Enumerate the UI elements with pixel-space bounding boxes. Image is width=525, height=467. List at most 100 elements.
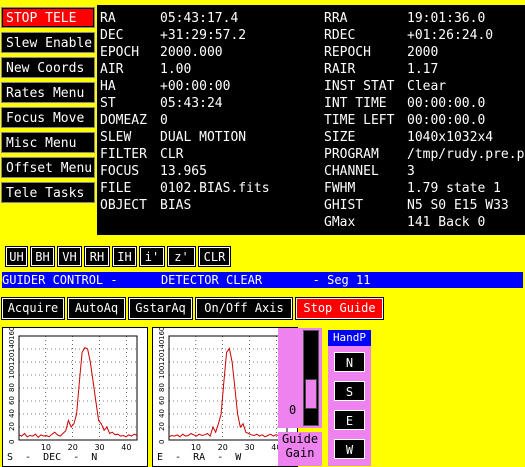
x-tick-label: 40 bbox=[121, 443, 131, 452]
x-tick-label: 10 bbox=[191, 443, 201, 452]
left-field-label: FILTER bbox=[100, 147, 147, 162]
filter-button-7[interactable]: CLR bbox=[198, 246, 231, 267]
y-tick-label: 60 bbox=[158, 396, 166, 405]
filter-button-2[interactable]: VH bbox=[57, 246, 82, 267]
ra-profile-plot: 0 20 40 60 80 100 120 140 160 10 20 30 40 E - RA - W bbox=[152, 327, 298, 467]
y-tick-label: 0 bbox=[8, 440, 16, 444]
y-tick-label: 100 bbox=[8, 366, 16, 379]
y-tick-label: 140 bbox=[158, 340, 166, 353]
right-field-value: 00:00:00.0 bbox=[407, 113, 486, 128]
y-tick-label: 80 bbox=[158, 383, 166, 392]
left-field-label: DOMEAZ bbox=[100, 113, 147, 128]
x-tick-label: 20 bbox=[68, 443, 78, 452]
y-tick-label: 120 bbox=[158, 353, 166, 366]
filter-button-0[interactable]: UH bbox=[5, 246, 28, 267]
autoaq-button[interactable]: AutoAq bbox=[67, 297, 126, 320]
right-field-label: TIME LEFT bbox=[324, 113, 395, 128]
y-tick-label: 100 bbox=[158, 366, 166, 379]
rates-menu-button[interactable]: Rates Menu bbox=[1, 82, 95, 103]
misc-menu-button[interactable]: Misc Menu bbox=[1, 132, 95, 153]
right-field-value: 00:00:00.0 bbox=[407, 96, 486, 111]
profile-line bbox=[18, 347, 138, 439]
filter-button-5[interactable]: i' bbox=[139, 246, 165, 267]
dec-profile-plot: 0 20 40 60 80 100 120 140 160 10 20 30 40 S - DEC - N bbox=[2, 327, 148, 467]
right-field-value: N5 S0 E15 W33 bbox=[407, 198, 509, 213]
right-field-label: FWHM bbox=[324, 181, 356, 196]
x-tick-label: 30 bbox=[94, 443, 104, 452]
handp-n-button[interactable]: N bbox=[334, 352, 365, 372]
y-tick-label: 80 bbox=[8, 383, 16, 392]
left-field-value: DUAL MOTION bbox=[160, 130, 247, 145]
left-field-label: AIR bbox=[100, 62, 124, 77]
right-field-label: RAIR bbox=[324, 62, 356, 77]
right-field-value: Clear bbox=[407, 79, 447, 94]
plot-axis-label: S - DEC - N bbox=[7, 452, 98, 463]
y-tick-label: 120 bbox=[8, 353, 16, 366]
stop-guide-button[interactable]: Stop Guide bbox=[295, 297, 384, 320]
right-field-value: 19:01:36.0 bbox=[407, 11, 486, 26]
plot_dec-svg: 0 20 40 60 80 100120140160 10 20 30 40 bbox=[8, 328, 138, 452]
left-field-label: FILE bbox=[100, 181, 132, 196]
new-coords-button[interactable]: New Coords bbox=[1, 57, 95, 78]
on-off-axis-button[interactable]: On/Off Axis bbox=[195, 297, 293, 320]
handp-w-button[interactable]: W bbox=[334, 439, 365, 459]
right-field-value: 2000 bbox=[407, 45, 439, 60]
right-field-label: INT TIME bbox=[324, 96, 387, 111]
right-field-label: GMax bbox=[324, 215, 356, 230]
right-field-label: PROGRAM bbox=[324, 147, 379, 162]
slew-enable-button[interactable]: Slew Enable bbox=[1, 32, 95, 53]
gstaraq-button[interactable]: GstarAq bbox=[128, 297, 193, 320]
x-tick-label: 20 bbox=[218, 443, 228, 452]
left-field-value: +31:29:57.2 bbox=[160, 28, 247, 43]
y-tick-label: 140 bbox=[8, 340, 16, 353]
plot_ra-svg: 02040608010012014016010 20 30 40 bbox=[158, 328, 288, 452]
left-field-label: DEC bbox=[100, 28, 124, 43]
filter-button-1[interactable]: BH bbox=[30, 246, 55, 267]
offset-menu-button[interactable]: Offset Menu bbox=[1, 157, 95, 178]
handp-s-button[interactable]: S bbox=[334, 381, 365, 401]
left-field-label: EPOCH bbox=[100, 45, 140, 60]
right-field-label: SIZE bbox=[324, 130, 356, 145]
y-tick-label: 60 bbox=[8, 396, 16, 405]
left-field-value: 05:43:24 bbox=[160, 96, 223, 111]
left-field-value: 0102.BIAS.fits bbox=[160, 181, 270, 196]
right-field-label: RRA bbox=[324, 11, 348, 26]
left-field-value: CLR bbox=[160, 147, 184, 162]
focus-move-button[interactable]: Focus Move bbox=[1, 107, 95, 128]
left-field-label: HA bbox=[100, 79, 116, 94]
left-field-label: FOCUS bbox=[100, 164, 140, 179]
y-tick-label: 40 bbox=[158, 409, 166, 418]
left-field-value: 1.00 bbox=[160, 62, 192, 77]
right-field-label: REPOCH bbox=[324, 45, 371, 60]
filter-button-6[interactable]: z' bbox=[167, 246, 196, 267]
tele-tasks-button[interactable]: Tele Tasks bbox=[1, 182, 95, 203]
handp-panel: HandP NSEW bbox=[328, 330, 371, 466]
stop-tele-button[interactable]: STOP TELE bbox=[1, 7, 95, 28]
right-field-value: 1.79 state 1 bbox=[407, 181, 501, 196]
y-tick-label: 20 bbox=[158, 422, 166, 431]
left-field-value: BIAS bbox=[160, 198, 192, 213]
guide-gain-panel: 0 bbox=[278, 328, 322, 428]
filter-button-3[interactable]: RH bbox=[84, 246, 110, 267]
guide-gain-slider-thumb[interactable] bbox=[305, 379, 317, 409]
y-tick-label: 160 bbox=[158, 328, 166, 340]
left-field-label: ST bbox=[100, 96, 116, 111]
profile-line bbox=[168, 347, 288, 438]
right-field-label: CHANNEL bbox=[324, 164, 379, 179]
right-field-value: 3 bbox=[407, 164, 415, 179]
filter-button-4[interactable]: IH bbox=[112, 246, 137, 267]
plot-axis-label: E - RA - W bbox=[157, 452, 242, 463]
handp-e-button[interactable]: E bbox=[334, 410, 365, 430]
left-field-value: 0 bbox=[160, 113, 168, 128]
y-tick-label: 40 bbox=[8, 409, 16, 418]
left-field-value: 13.965 bbox=[160, 164, 207, 179]
status-panel: RA 05:43:17.4 DEC +31:29:57.2 EPOCH 2000.000 A… bbox=[97, 5, 525, 235]
y-tick-label: 20 bbox=[8, 422, 16, 431]
left-field-value: 05:43:17.4 bbox=[160, 11, 239, 26]
guider-status-bar: GUIDER CONTROL - DETECTOR CLEAR - Seg 11 bbox=[2, 272, 523, 288]
y-tick-label: 0 bbox=[158, 440, 166, 444]
right-field-value: /tmp/rudy.pre.pr bbox=[407, 147, 525, 162]
guide-gain-slider-track[interactable] bbox=[303, 330, 319, 426]
acquire-button[interactable]: Acquire bbox=[1, 297, 65, 320]
right-field-value: 141 Back 0 bbox=[407, 215, 486, 230]
